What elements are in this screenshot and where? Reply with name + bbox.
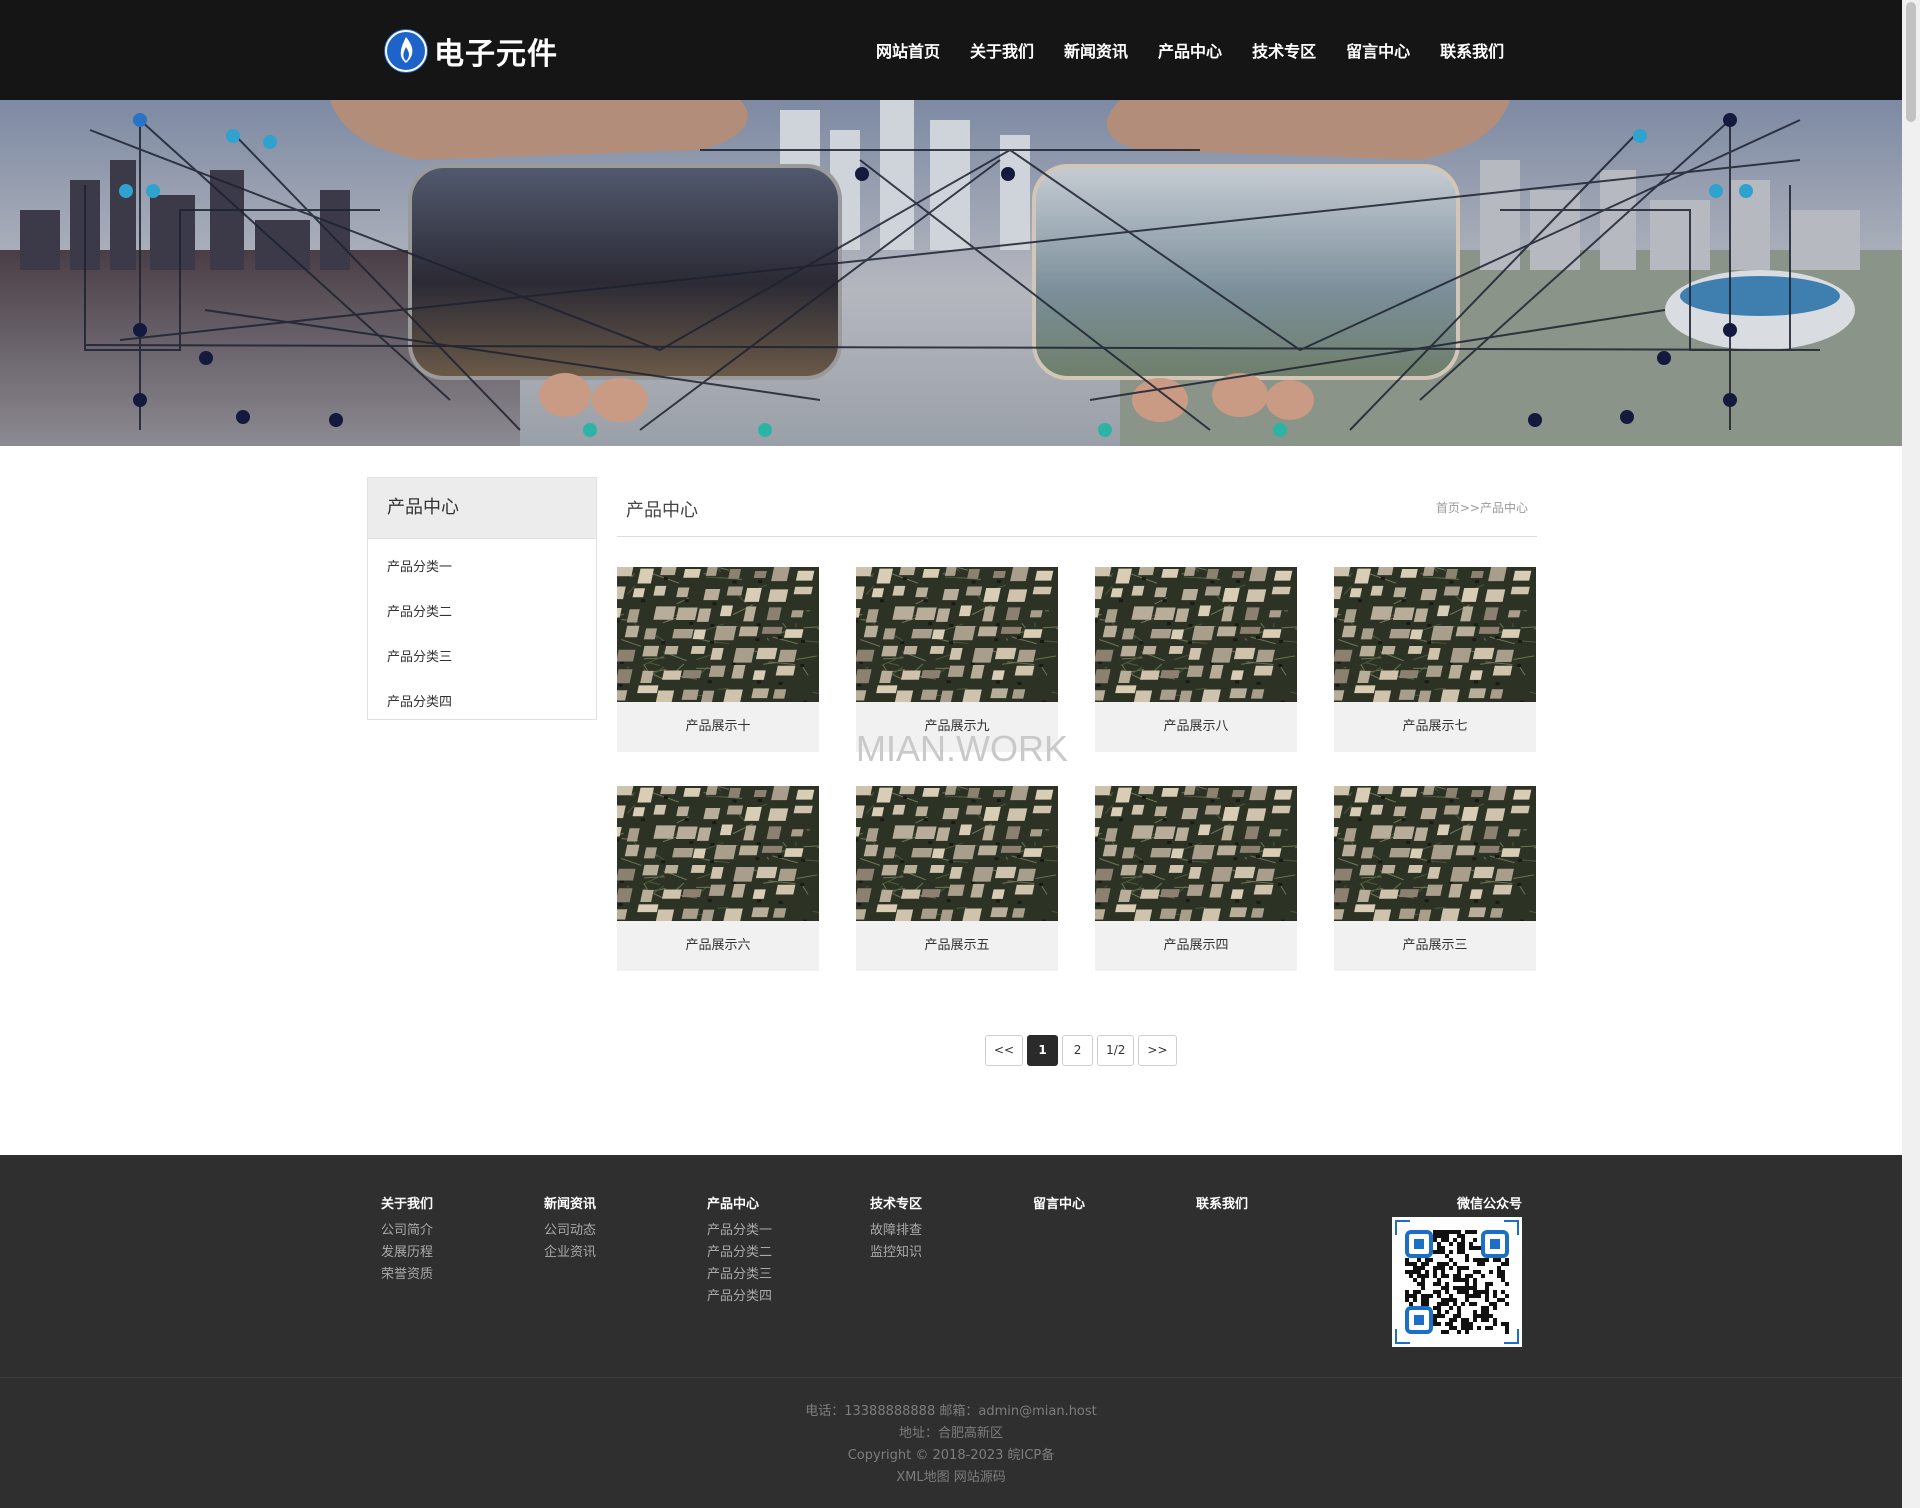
prev-page-button[interactable]: << (985, 1035, 1024, 1066)
footer-info: 电话：13388888888 邮箱：admin@mian.host 地址：合肥高… (0, 1401, 1902, 1489)
product-caption: 产品展示三 (1402, 938, 1468, 953)
footer-column-products: 产品中心 产品分类一 产品分类二 产品分类三 产品分类四 (707, 1193, 772, 1308)
main-nav: 网站首页 关于我们 新闻资讯 产品中心 技术专区 留言中心 联系我们 (876, 38, 1534, 62)
product-card[interactable]: 产品展示五 (856, 786, 1058, 971)
footer-link[interactable]: 产品分类四 (707, 1286, 772, 1308)
product-card[interactable]: 产品展示十 (617, 567, 819, 752)
footer-column-contact: 联系我们 (1196, 1193, 1248, 1220)
footer-link[interactable]: 产品分类三 (707, 1264, 772, 1286)
hero-banner (0, 100, 1902, 446)
nav-item-tech[interactable]: 技术专区 (1252, 38, 1316, 62)
breadcrumb: 首页>>产品中心 (1436, 499, 1528, 516)
page-scrollbar[interactable] (1902, 0, 1920, 1508)
product-card[interactable]: 产品展示八 (1095, 567, 1297, 752)
category-list: 产品分类一 产品分类二 产品分类三 产品分类四 (368, 539, 596, 732)
footer-link[interactable]: 发展历程 (381, 1242, 433, 1264)
breadcrumb-home-link[interactable]: 首页 (1436, 501, 1460, 515)
nav-item-news[interactable]: 新闻资讯 (1064, 38, 1128, 62)
footer-link[interactable]: 故障排查 (870, 1220, 922, 1242)
page-1-button[interactable]: 1 (1027, 1035, 1059, 1066)
footer-link[interactable]: 产品分类一 (707, 1220, 772, 1242)
product-caption: 产品展示六 (685, 938, 751, 953)
sidebar-title: 产品中心 (368, 478, 596, 539)
product-thumbnail-image (1334, 567, 1536, 702)
breadcrumb-current-link[interactable]: 产品中心 (1480, 501, 1528, 515)
product-caption: 产品展示十 (685, 719, 751, 734)
footer-column-title[interactable]: 留言中心 (1033, 1193, 1085, 1212)
footer-address-line: 地址：合肥高新区 (898, 1426, 1003, 1441)
page-title: 产品中心 (626, 500, 698, 521)
product-card[interactable]: 产品展示六 (617, 786, 819, 971)
product-card[interactable]: 产品展示九 (856, 567, 1058, 752)
banner-city-network-image (0, 100, 1902, 446)
product-thumbnail-image (1095, 567, 1297, 702)
nav-item-messages[interactable]: 留言中心 (1346, 38, 1410, 62)
product-caption: 产品展示五 (924, 938, 990, 953)
page-count-indicator: 1/2 (1097, 1035, 1135, 1066)
sidebar-item-category-2[interactable]: 产品分类二 (368, 597, 596, 642)
footer-link[interactable]: 企业资讯 (544, 1242, 596, 1264)
nav-item-home[interactable]: 网站首页 (876, 38, 940, 62)
nav-item-about[interactable]: 关于我们 (970, 38, 1034, 62)
product-thumbnail-image (856, 567, 1058, 702)
sidebar-item-category-3[interactable]: 产品分类三 (368, 642, 596, 687)
footer-link[interactable]: 荣誉资质 (381, 1264, 433, 1286)
product-thumbnail-image (1334, 786, 1536, 921)
site-logo[interactable]: 电子元件 (384, 29, 558, 73)
product-thumbnail-image (856, 786, 1058, 921)
footer-copyright-line: Copyright © 2018-2023 皖ICP备 (847, 1448, 1055, 1463)
footer-column-title[interactable]: 产品中心 (707, 1193, 772, 1212)
footer-link[interactable]: 产品分类二 (707, 1242, 772, 1264)
product-thumbnail-image (617, 567, 819, 702)
product-card[interactable]: 产品展示三 (1334, 786, 1536, 971)
section-header: 产品中心 首页>>产品中心 (617, 477, 1537, 537)
wechat-block: 微信公众号 (1392, 1193, 1522, 1347)
flame-logo-icon (384, 29, 428, 73)
product-thumbnail-image (1095, 786, 1297, 921)
footer-column-title[interactable]: 新闻资讯 (544, 1193, 596, 1212)
site-name: 电子元件 (434, 37, 558, 72)
footer-column-tech: 技术专区 故障排查 监控知识 (870, 1193, 922, 1264)
source-link[interactable]: 网站源码 (954, 1470, 1006, 1485)
sidebar-item-category-1[interactable]: 产品分类一 (368, 552, 596, 597)
footer-column-title[interactable]: 联系我们 (1196, 1193, 1248, 1212)
product-caption: 产品展示八 (1163, 719, 1229, 734)
footer-links-line: XML地图 网站源码 (0, 1467, 1902, 1489)
footer-divider (0, 1377, 1902, 1378)
product-card[interactable]: 产品展示四 (1095, 786, 1297, 971)
pagination: << 1 2 1/2 >> (985, 1035, 1181, 1066)
site-header: 电子元件 网站首页 关于我们 新闻资讯 产品中心 技术专区 留言中心 联系我们 (0, 0, 1902, 100)
wechat-title: 微信公众号 (1456, 1197, 1522, 1212)
footer-contact-line: 电话：13388888888 邮箱：admin@mian.host (805, 1404, 1097, 1419)
footer-column-news: 新闻资讯 公司动态 企业资讯 (544, 1193, 596, 1264)
product-thumbnail-image (617, 786, 819, 921)
footer-column-title[interactable]: 关于我们 (381, 1193, 433, 1212)
footer-column-title[interactable]: 技术专区 (870, 1193, 922, 1212)
nav-item-contact[interactable]: 联系我们 (1440, 38, 1504, 62)
sitemap-link[interactable]: XML地图 (896, 1470, 949, 1485)
product-card[interactable]: 产品展示七 (1334, 567, 1536, 752)
nav-item-products[interactable]: 产品中心 (1158, 38, 1222, 62)
product-caption: 产品展示七 (1402, 719, 1468, 734)
product-main: 产品中心 首页>>产品中心 产品展示十 产品展示九 产品展示八 产品展示七 产品… (617, 477, 1537, 971)
page-2-button[interactable]: 2 (1062, 1035, 1094, 1066)
product-caption: 产品展示四 (1163, 938, 1229, 953)
watermark-text: MIAN.WORK (856, 728, 1068, 769)
next-page-button[interactable]: >> (1138, 1035, 1177, 1066)
category-sidebar: 产品中心 产品分类一 产品分类二 产品分类三 产品分类四 (367, 477, 597, 720)
wechat-qr-code-image (1392, 1217, 1522, 1347)
site-footer: 关于我们 公司简介 发展历程 荣誉资质 新闻资讯 公司动态 企业资讯 产品中心 … (0, 1155, 1902, 1508)
footer-link[interactable]: 公司简介 (381, 1220, 433, 1242)
breadcrumb-separator: >> (1459, 501, 1480, 515)
footer-column-about: 关于我们 公司简介 发展历程 荣誉资质 (381, 1193, 433, 1286)
footer-link[interactable]: 公司动态 (544, 1220, 596, 1242)
footer-column-messages: 留言中心 (1033, 1193, 1085, 1220)
scrollbar-thumb[interactable] (1906, 2, 1916, 122)
sidebar-item-category-4[interactable]: 产品分类四 (368, 687, 596, 732)
footer-link[interactable]: 监控知识 (870, 1242, 922, 1264)
